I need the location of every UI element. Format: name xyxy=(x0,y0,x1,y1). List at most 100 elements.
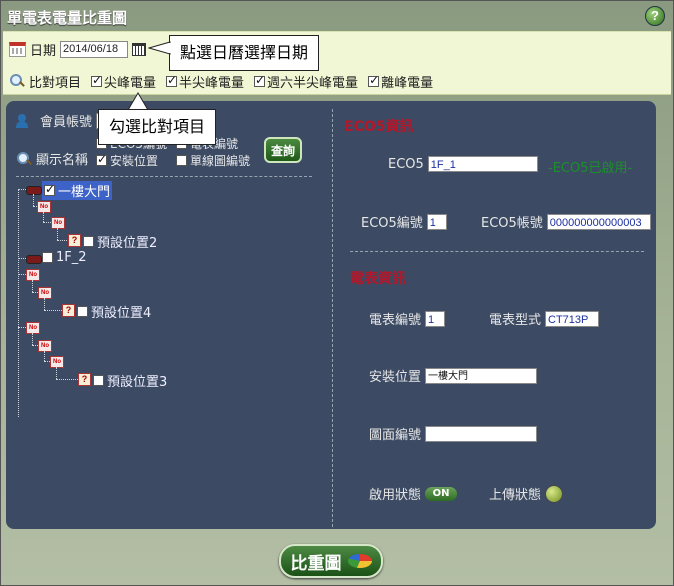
meter-diagram-row: 圖面編號 xyxy=(369,424,538,443)
tree-line xyxy=(56,379,78,380)
eco5-node-icon xyxy=(26,255,42,264)
tree-line xyxy=(56,367,57,379)
checkbox[interactable] xyxy=(91,73,102,87)
unknown-node-icon: ? xyxy=(78,373,91,386)
eco5-account-row: ECO5帳號 000000000000003 xyxy=(481,212,651,231)
query-button[interactable]: 查詢 xyxy=(264,137,302,163)
eco5-id-row: ECO5編號 1 xyxy=(361,212,447,231)
tree-node-location-4[interactable]: 預設位置4 xyxy=(77,302,151,321)
tree-node-2[interactable]: 1F_2 xyxy=(42,250,87,265)
checkbox[interactable] xyxy=(44,182,55,196)
tree-line xyxy=(18,189,19,417)
meter-diagram-value xyxy=(425,425,538,442)
tree-line xyxy=(57,228,58,240)
checkbox[interactable] xyxy=(368,73,379,87)
tree-node-label: 預設位置2 xyxy=(97,236,158,251)
right-pane: ECO5資訊 ECO5 1F_1 -ECO5已啟用- ECO5編號 1 ECO5… xyxy=(336,101,656,529)
ratio-chart-label: 比重圖 xyxy=(290,553,342,574)
eco5-label: ECO5 xyxy=(388,156,424,172)
display-name-row: 顯示名稱 xyxy=(16,149,88,168)
magnifier-icon xyxy=(16,151,32,167)
tree-node-label: 預設位置3 xyxy=(107,375,168,390)
window-title: 單電表電量比重圖 xyxy=(7,9,128,27)
compare-item-label: 離峰電量 xyxy=(381,75,434,91)
compare-item-semi-peak[interactable]: 半尖峰電量 xyxy=(166,72,244,91)
meter-location-row: 安裝位置 一樓大門 xyxy=(369,366,538,385)
checkbox[interactable] xyxy=(83,236,94,247)
compare-item-off-peak[interactable]: 離峰電量 xyxy=(368,72,433,91)
no-node-icon: No xyxy=(26,322,40,334)
account-label: 會員帳號 xyxy=(40,115,93,130)
unknown-node-icon: ? xyxy=(62,304,75,317)
meter-location-value: 一樓大門 xyxy=(425,367,538,384)
tree-line xyxy=(44,298,45,310)
display-name-label: 顯示名稱 xyxy=(36,153,89,168)
meter-model-row: 電表型式 CT713P xyxy=(489,309,600,328)
no-node-icon: No xyxy=(38,287,52,299)
checkbox[interactable] xyxy=(93,375,104,386)
checkbox[interactable] xyxy=(77,306,88,317)
checkbox[interactable] xyxy=(176,155,187,166)
help-icon[interactable]: ? xyxy=(645,6,665,26)
meter-location-label: 安裝位置 xyxy=(369,370,422,385)
meter-model-value: CT713P xyxy=(545,310,600,327)
meter-id-value: 1 xyxy=(425,310,446,327)
compare-row: 比對項目 尖峰電量 半尖峰電量 週六半尖峰電量 離峰電量 xyxy=(9,70,439,92)
tree-line xyxy=(33,194,34,206)
compare-label: 比對項目 xyxy=(29,75,82,91)
eco5-status: -ECO5已啟用- xyxy=(548,161,633,176)
eco5-name-value: 1F_1 xyxy=(427,156,538,172)
tree-line xyxy=(44,351,45,361)
tree-node-label: 預設位置4 xyxy=(91,306,152,321)
tree-line xyxy=(32,333,33,345)
option-location[interactable]: 安裝位置 xyxy=(96,152,158,169)
magnifier-icon xyxy=(9,73,25,89)
divider xyxy=(350,251,644,252)
compare-item-peak[interactable]: 尖峰電量 xyxy=(91,72,156,91)
pane-divider xyxy=(332,109,333,527)
eco5-account-label: ECO5帳號 xyxy=(481,216,543,231)
meter-id-label: 電表編號 xyxy=(369,313,422,328)
calendar-icon xyxy=(9,41,26,57)
tree-line xyxy=(43,212,44,222)
no-node-icon: No xyxy=(37,201,51,213)
eco5-id-value: 1 xyxy=(426,213,447,230)
filter-toolbar: 日期 2014/06/18 比對項目 尖峰電量 半尖峰電量 週六半尖峰電量 離峰… xyxy=(3,31,671,95)
divider xyxy=(16,176,312,177)
compare-item-label: 尖峰電量 xyxy=(104,75,157,91)
app-window: 單電表電量比重圖 ? 日期 2014/06/18 比對項目 尖峰電量 半尖峰電量… xyxy=(0,0,674,586)
eco5-account-value: 000000000000003 xyxy=(546,213,651,230)
calendar-picker-icon[interactable] xyxy=(132,42,147,56)
checkbox[interactable] xyxy=(42,252,53,263)
eco5-name-row: ECO5 1F_1 xyxy=(388,156,538,172)
checkbox[interactable] xyxy=(96,152,107,166)
tree-line xyxy=(32,280,33,292)
tree-node-1[interactable]: 一樓大門 xyxy=(42,181,113,200)
callout-pointer xyxy=(148,41,171,55)
title-bar: 單電表電量比重圖 ? xyxy=(1,1,673,31)
date-input[interactable]: 2014/06/18 xyxy=(60,40,129,58)
checkbox[interactable] xyxy=(166,73,177,87)
main-panel: 會員帳號 e 顯示名稱 ECO5編號 電表編號 安裝位置 單線圖編號 xyxy=(6,101,656,529)
option-label: 安裝位置 xyxy=(110,154,159,168)
no-node-icon: No xyxy=(38,340,52,352)
date-hint-callout: 點選日曆選擇日期 xyxy=(169,35,320,71)
no-node-icon: No xyxy=(51,217,65,229)
tree-line xyxy=(18,274,26,275)
ratio-chart-button[interactable]: 比重圖 xyxy=(279,544,383,578)
tree-line xyxy=(18,189,26,190)
checkbox[interactable] xyxy=(254,73,265,87)
option-diagram-id[interactable]: 單線圖編號 xyxy=(176,152,250,169)
meter-diagram-label: 圖面編號 xyxy=(369,428,422,443)
eco5-id-label: ECO5編號 xyxy=(361,216,423,231)
no-node-icon: No xyxy=(26,269,40,281)
tree-node-location-2[interactable]: 預設位置2 xyxy=(83,232,157,251)
callout-pointer xyxy=(127,92,149,111)
compare-hint-callout: 勾選比對項目 xyxy=(98,109,217,145)
enable-status-toggle: ON xyxy=(425,486,458,501)
tree-node-location-3[interactable]: 預設位置3 xyxy=(93,371,167,390)
upload-status-led-icon xyxy=(545,484,564,503)
compare-item-sat-semi-peak[interactable]: 週六半尖峰電量 xyxy=(254,72,358,91)
meter-enable-row: 啟用狀態 ON xyxy=(369,484,458,503)
date-row: 日期 2014/06/18 xyxy=(9,38,147,60)
